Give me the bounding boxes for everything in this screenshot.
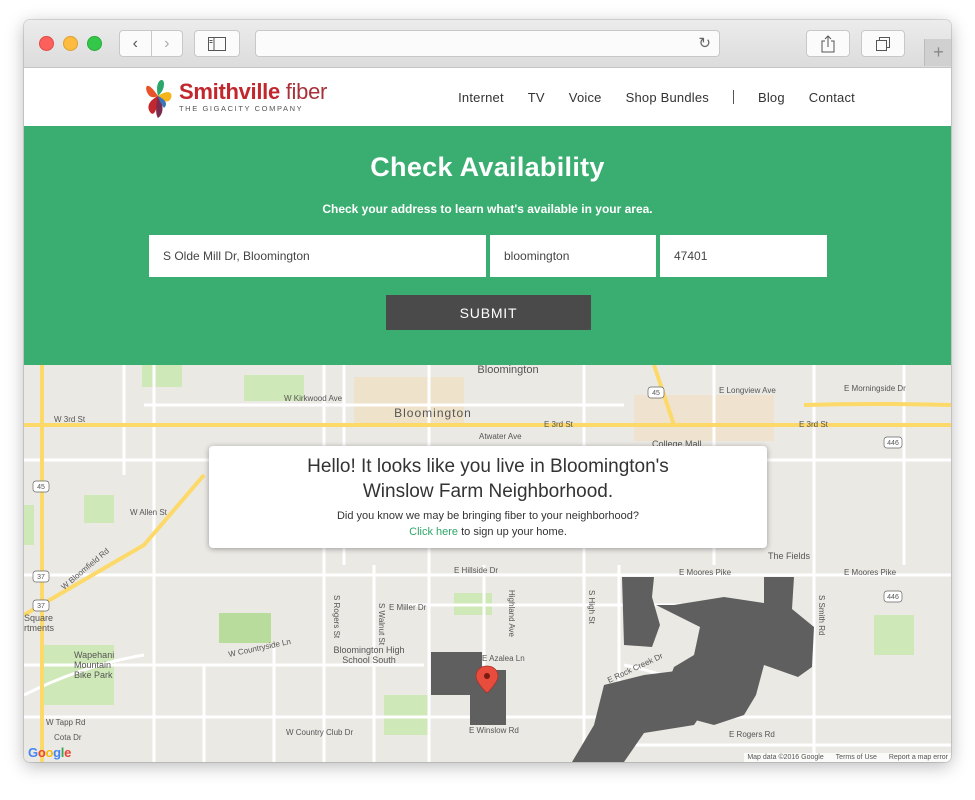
map-label-wapehani-2: Mountain [74,660,111,670]
zip-input[interactable]: 47401 [660,235,827,277]
popup-cta: Click here to sign up your home. [209,526,767,538]
availability-subtitle: Check your address to learn what's avail… [322,202,653,216]
nav-shop-bundles[interactable]: Shop Bundles [626,90,709,105]
map-label-e-miller: E Miller Dr [389,603,427,612]
map-canvas[interactable]: 37 37 45 45 446 446 Bloomington Blooming… [24,365,951,762]
share-button[interactable] [806,30,850,57]
map-label-w-country-club: W Country Club Dr [286,728,353,737]
map-label-school-2: School South [342,655,396,665]
forward-icon[interactable]: › [152,31,183,56]
map-label-w-tapp: W Tapp Rd [46,718,85,727]
map-label-square-2: rtments [24,623,55,633]
map-label-the-fields: The Fields [768,551,811,561]
map-label-w-kirkwood: W Kirkwood Ave [284,394,343,403]
map-label-w-3rd-st: W 3rd St [54,415,86,424]
map-label-wapehani-1: Wapehani [74,650,114,660]
google-logo[interactable]: Google [28,745,71,760]
popup-question: Did you know we may be bringing fiber to… [336,510,640,522]
address-bar[interactable]: ↻ [255,30,720,57]
address-input[interactable]: S Olde Mill Dr, Bloomington [149,235,486,277]
map-label-w-allen: W Allen St [130,508,168,517]
map-label-school-1: Bloomington High [333,645,404,655]
submit-button[interactable]: SUBMIT [386,295,591,330]
map-label-atwater: Atwater Ave [479,432,522,441]
reload-icon[interactable]: ↻ [698,34,711,52]
logo-brand: Smithville [179,79,280,105]
map-label-s-high: S High St [587,590,596,625]
map-label-e-3rd-st: E 3rd St [544,420,574,429]
logo[interactable]: Smithville fiber THE GIGACITY COMPANY [142,73,327,121]
nav-internet[interactable]: Internet [458,90,504,105]
map-label-e-3rd-st-right: E 3rd St [799,420,829,429]
minimize-window-button[interactable] [63,36,78,51]
map-label-s-smith: S Smith Rd [817,595,826,635]
sidebar-toggle-button[interactable] [194,30,240,57]
map-label-e-longview: E Longview Ave [719,386,776,395]
map-label-s-walnut: S Walnut St [377,603,386,646]
map-label-bloomington-center: Bloomington [394,406,472,420]
popup-greeting: Hello! It looks like you live in Bloomin… [307,456,669,477]
route-45-shield-a: 45 [37,484,45,491]
signup-link[interactable]: Click here [409,526,458,538]
map-label-square-1: Square [24,613,53,623]
map-label-e-moores-right: E Moores Pike [844,568,897,577]
back-icon[interactable]: ‹ [120,31,151,56]
map-label-e-rogers: E Rogers Rd [729,730,775,739]
availability-title: Check Availability [370,152,605,182]
zoom-window-button[interactable] [87,36,102,51]
map-label-e-morningside: E Morningside Dr [844,384,906,393]
new-tab-button[interactable]: + [924,39,951,66]
nav-blog[interactable]: Blog [758,90,785,105]
map-label-e-azalea: E Azalea Ln [482,654,525,663]
availability-section: Check Availability Check your address to… [24,126,951,365]
map-label-s-rogers: S Rogers St [332,595,341,639]
popup-cta-suffix: to sign up your home. [458,526,567,538]
butterfly-logo-icon [146,80,172,118]
map-attribution: Map data ©2016 Google Terms of Use Repor… [744,753,951,762]
google-logo-text: Google [28,745,72,760]
route-37-shield-b: 37 [37,603,45,610]
map-label-e-moores: E Moores Pike [679,568,732,577]
tabs-icon [876,36,890,51]
share-icon [821,34,835,52]
map-data-label: Map data ©2016 Google [747,754,824,761]
map-label-bloomington-top: Bloomington [477,365,538,376]
report-error-link[interactable]: Report a map error [889,754,948,761]
history-nav-group: ‹ › [119,30,183,57]
map-label-highland: Highland Ave [507,590,516,638]
map-label-wapehani-3: Bike Park [74,670,113,680]
logo-brand-suffix: fiber [285,79,328,105]
sidebar-icon [208,36,226,51]
terms-link[interactable]: Terms of Use [836,754,877,761]
nav-divider [732,90,734,104]
route-37-shield-a: 37 [37,574,45,581]
show-tabs-button[interactable] [861,30,905,57]
map[interactable]: 37 37 45 45 446 446 Bloomington Blooming… [24,365,951,762]
popup-neighborhood: Winslow Farm Neighborhood. [362,481,614,502]
nav-tv[interactable]: TV [528,90,545,105]
map-label-e-winslow: E Winslow Rd [469,726,519,735]
nav-contact[interactable]: Contact [809,90,855,105]
route-45-shield-b: 45 [652,390,660,397]
route-446-shield-b: 446 [887,594,899,601]
city-input[interactable]: bloomington [490,235,656,277]
map-label-e-hillside: E Hillside Dr [454,566,498,575]
plus-icon: + [933,42,944,62]
nav-voice[interactable]: Voice [569,90,602,105]
route-446-shield-a: 446 [887,440,899,447]
browser-window: ‹ › ↻ + Smithville fiber THE GIGACITY CO… [24,20,951,762]
browser-titlebar: ‹ › ↻ + [24,20,951,68]
neighborhood-popup: Hello! It looks like you live in Bloomin… [209,446,767,548]
site-header: Smithville fiber THE GIGACITY COMPANY In… [24,68,951,126]
map-label-cota: Cota Dr [54,733,82,742]
main-nav: Internet TV Voice Shop Bundles Blog Cont… [434,68,855,126]
close-window-button[interactable] [39,36,54,51]
logo-tagline: THE GIGACITY COMPANY [179,104,304,114]
